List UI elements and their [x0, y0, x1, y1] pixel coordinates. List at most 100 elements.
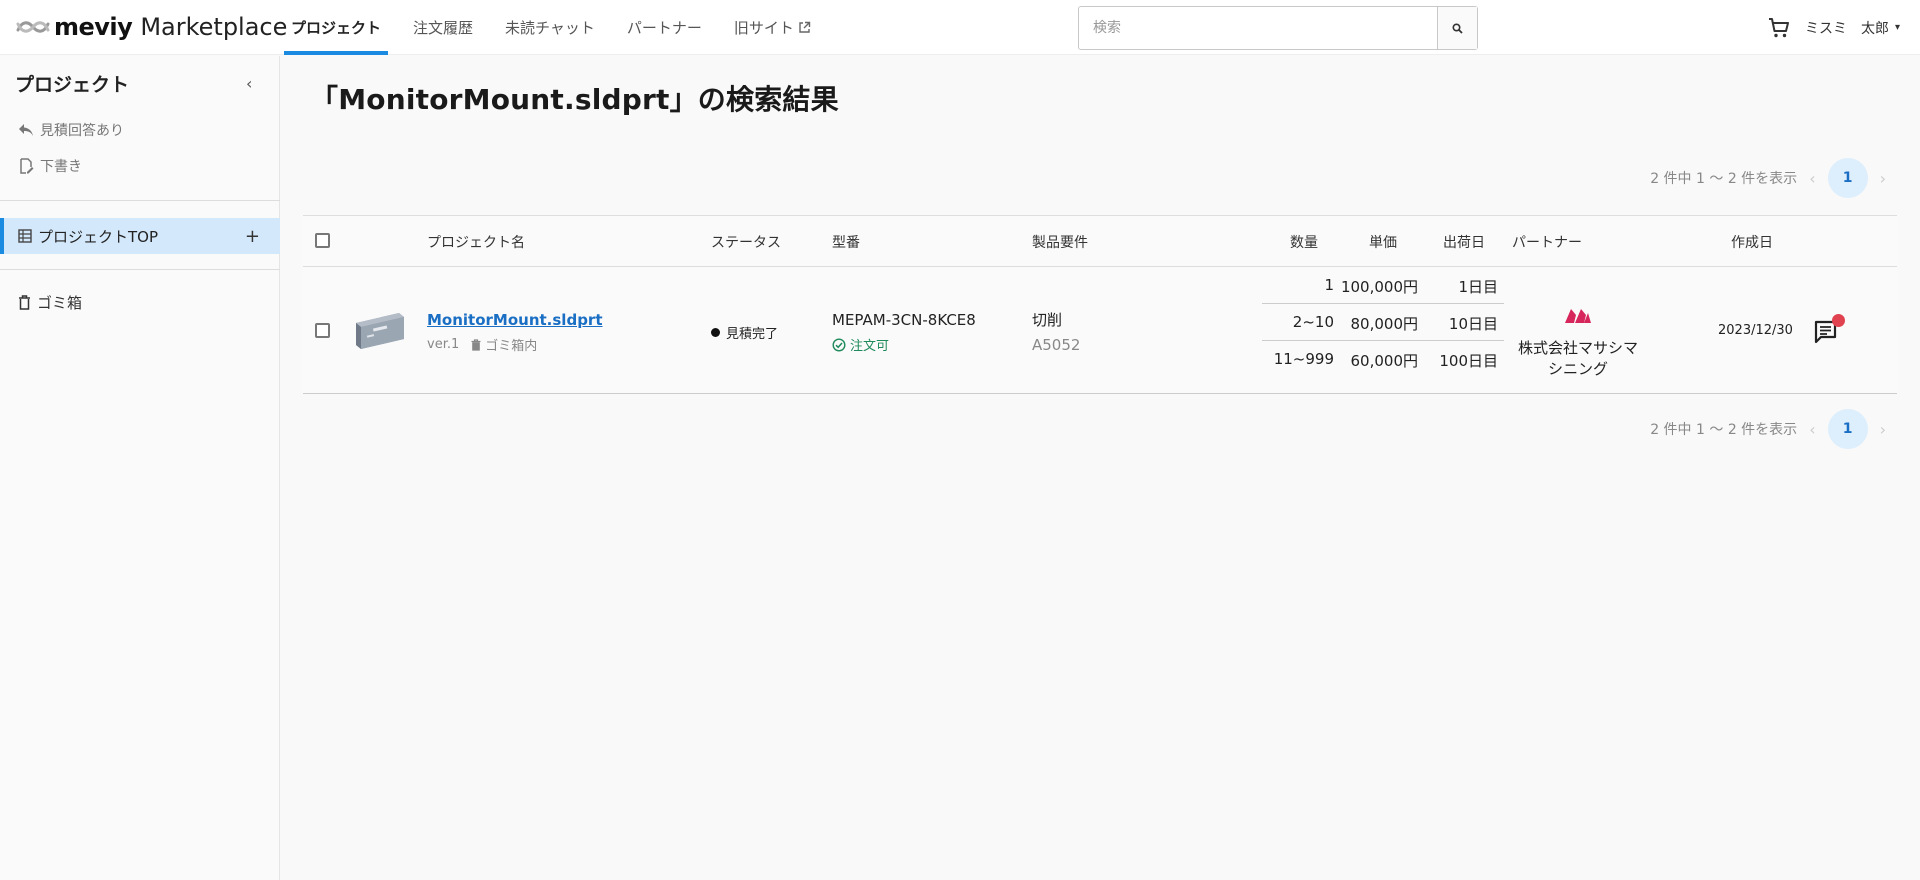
process-type: 切削: [1032, 311, 1063, 329]
tier-price: 100,000円: [1340, 278, 1418, 296]
user-first-name[interactable]: 太郎: [1861, 18, 1889, 38]
logo[interactable]: meviy Marketplace: [16, 12, 287, 42]
nav-old-site-label: 旧サイト: [733, 19, 794, 37]
project-file-link[interactable]: MonitorMount.sldprt: [427, 311, 603, 329]
pagination-top: 2 件中 1 〜 2 件を表示 ‹ 1 ›: [1650, 158, 1886, 198]
search-button[interactable]: [1437, 7, 1477, 49]
nav-partners[interactable]: パートナー: [620, 0, 709, 55]
tier-price: 80,000円: [1350, 315, 1419, 333]
model-cell: MEPAM-3CN-8KCE8 注文可: [832, 311, 976, 354]
row-checkbox[interactable]: [315, 323, 330, 338]
check-circle-icon: [832, 337, 846, 352]
col-model-number[interactable]: 型番: [832, 232, 860, 252]
in-trash-label: ゴミ箱内: [485, 339, 538, 354]
search-input[interactable]: [1079, 7, 1437, 49]
user-menu-caret-icon[interactable]: ▾: [1895, 22, 1900, 33]
col-partner[interactable]: パートナー: [1512, 232, 1582, 252]
project-meta: ver.1 ゴミ箱内: [427, 335, 603, 354]
col-quantity[interactable]: 数量: [1290, 232, 1318, 252]
search-box: [1078, 6, 1478, 50]
pagination-summary: 2 件中 1 〜 2 件を表示: [1650, 171, 1798, 187]
sidebar-item-label: ゴミ箱: [37, 294, 83, 312]
tier-quantity: 2~10: [1292, 313, 1334, 331]
col-created[interactable]: 作成日: [1731, 232, 1773, 252]
part-thumbnail[interactable]: [353, 309, 407, 357]
material: A5052: [1032, 336, 1081, 354]
collapse-sidebar-icon[interactable]: ‹: [246, 74, 252, 93]
tier-ship-day: 1日目: [1458, 278, 1498, 296]
prev-page-icon[interactable]: ‹: [1809, 420, 1815, 439]
sidebar-item-label: プロジェクトTOP: [38, 227, 159, 246]
sidebar-item-quote-answered[interactable]: 見積回答あり: [18, 120, 124, 140]
col-requirements[interactable]: 製品要件: [1032, 232, 1088, 252]
nav-order-history[interactable]: 注文履歴: [406, 0, 480, 55]
next-page-icon[interactable]: ›: [1880, 169, 1886, 188]
divider: [0, 200, 280, 201]
top-header: meviy Marketplace プロジェクト 注文履歴 未読チャット パート…: [0, 0, 1920, 55]
model-number: MEPAM-3CN-8KCE8: [832, 311, 976, 329]
project-name-cell: MonitorMount.sldprt ver.1 ゴミ箱内: [427, 311, 603, 354]
results-table: プロジェクト名 ステータス 型番 製品要件 数量 単価 出荷日 パートナー 作成…: [303, 215, 1897, 394]
partner-logo-icon: [1565, 309, 1591, 323]
sidebar-item-trash[interactable]: ゴミ箱: [18, 292, 82, 313]
status-dot-icon: [711, 328, 720, 337]
external-link-icon: [799, 21, 811, 33]
next-page-icon[interactable]: ›: [1880, 420, 1886, 439]
price-tier-row: 11~999 60,000円 100日目: [1262, 341, 1504, 378]
chat-button[interactable]: [1813, 314, 1845, 345]
orderable-label: 注文可: [850, 339, 890, 354]
pagination-summary: 2 件中 1 〜 2 件を表示: [1650, 422, 1798, 438]
requirements-cell: 切削 A5052: [1032, 309, 1080, 354]
col-unit-price[interactable]: 単価: [1369, 232, 1397, 252]
prev-page-icon[interactable]: ‹: [1809, 169, 1815, 188]
page-number-button[interactable]: 1: [1827, 158, 1868, 198]
sidebar: プロジェクト ‹ 見積回答あり 下書き プロジェクトTOP + ゴミ箱: [0, 56, 280, 880]
nav-unread-chat[interactable]: 未読チャット: [498, 0, 602, 55]
brand-name: meviy: [54, 13, 133, 41]
add-project-icon[interactable]: +: [245, 226, 260, 247]
sidebar-item-label: 下書き: [40, 159, 82, 175]
user-last-name[interactable]: ミスミ: [1805, 18, 1847, 38]
divider: [0, 269, 280, 270]
price-tiers: 1 100,000円 1日目 2~10 80,000円 10日目 11~999 …: [1262, 267, 1504, 378]
cad-part-icon: [356, 313, 404, 349]
nav-projects[interactable]: プロジェクト: [284, 0, 389, 55]
partner-cell[interactable]: 株式会社マサシマシニング: [1513, 307, 1643, 379]
price-tier-row: 1 100,000円 1日目: [1262, 267, 1504, 304]
tier-quantity: 1: [1324, 276, 1334, 294]
in-trash-indicator: ゴミ箱内: [471, 335, 537, 354]
trash-icon: [471, 338, 481, 351]
col-status[interactable]: ステータス: [711, 232, 781, 252]
tier-ship-day: 10日目: [1448, 315, 1498, 333]
nav-old-site[interactable]: 旧サイト: [727, 0, 818, 55]
sidebar-title: プロジェクト: [15, 74, 130, 96]
table-header: プロジェクト名 ステータス 型番 製品要件 数量 単価 出荷日 パートナー 作成…: [303, 215, 1897, 267]
partner-name: 株式会社マサシマシニング: [1517, 339, 1638, 378]
price-tier-row: 2~10 80,000円 10日目: [1262, 304, 1504, 341]
trash-icon: [19, 295, 30, 310]
status-label: 見積完了: [726, 327, 779, 342]
version-label: ver.1: [427, 337, 460, 352]
sidebar-item-project-top[interactable]: プロジェクトTOP +: [0, 218, 280, 254]
orderable-badge: 注文可: [832, 335, 976, 354]
table-row[interactable]: MonitorMount.sldprt ver.1 ゴミ箱内 見積完了 MEPA…: [303, 267, 1897, 394]
page-number-button[interactable]: 1: [1827, 409, 1868, 449]
header-right: ミスミ 太郎 ▾: [1767, 0, 1900, 55]
select-all-checkbox[interactable]: [315, 233, 330, 248]
tier-price: 60,000円: [1350, 352, 1419, 370]
draft-icon: [20, 158, 34, 174]
status-cell: 見積完了: [711, 323, 778, 342]
search-icon: [1452, 22, 1463, 34]
sidebar-item-label: 見積回答あり: [40, 123, 124, 139]
list-icon: [18, 229, 32, 243]
pagination-bottom: 2 件中 1 〜 2 件を表示 ‹ 1 ›: [1650, 409, 1886, 449]
page-title: 「MonitorMount.sldprt」の検索結果: [310, 83, 839, 116]
col-ship-day[interactable]: 出荷日: [1443, 232, 1485, 252]
unread-badge: [1832, 314, 1845, 327]
col-project-name[interactable]: プロジェクト名: [427, 232, 525, 252]
sidebar-item-drafts[interactable]: 下書き: [18, 156, 82, 176]
brand-suffix: Marketplace: [140, 13, 288, 41]
cart-icon[interactable]: [1767, 16, 1791, 40]
reply-icon: [19, 124, 33, 136]
tier-ship-day: 100日目: [1439, 352, 1498, 370]
